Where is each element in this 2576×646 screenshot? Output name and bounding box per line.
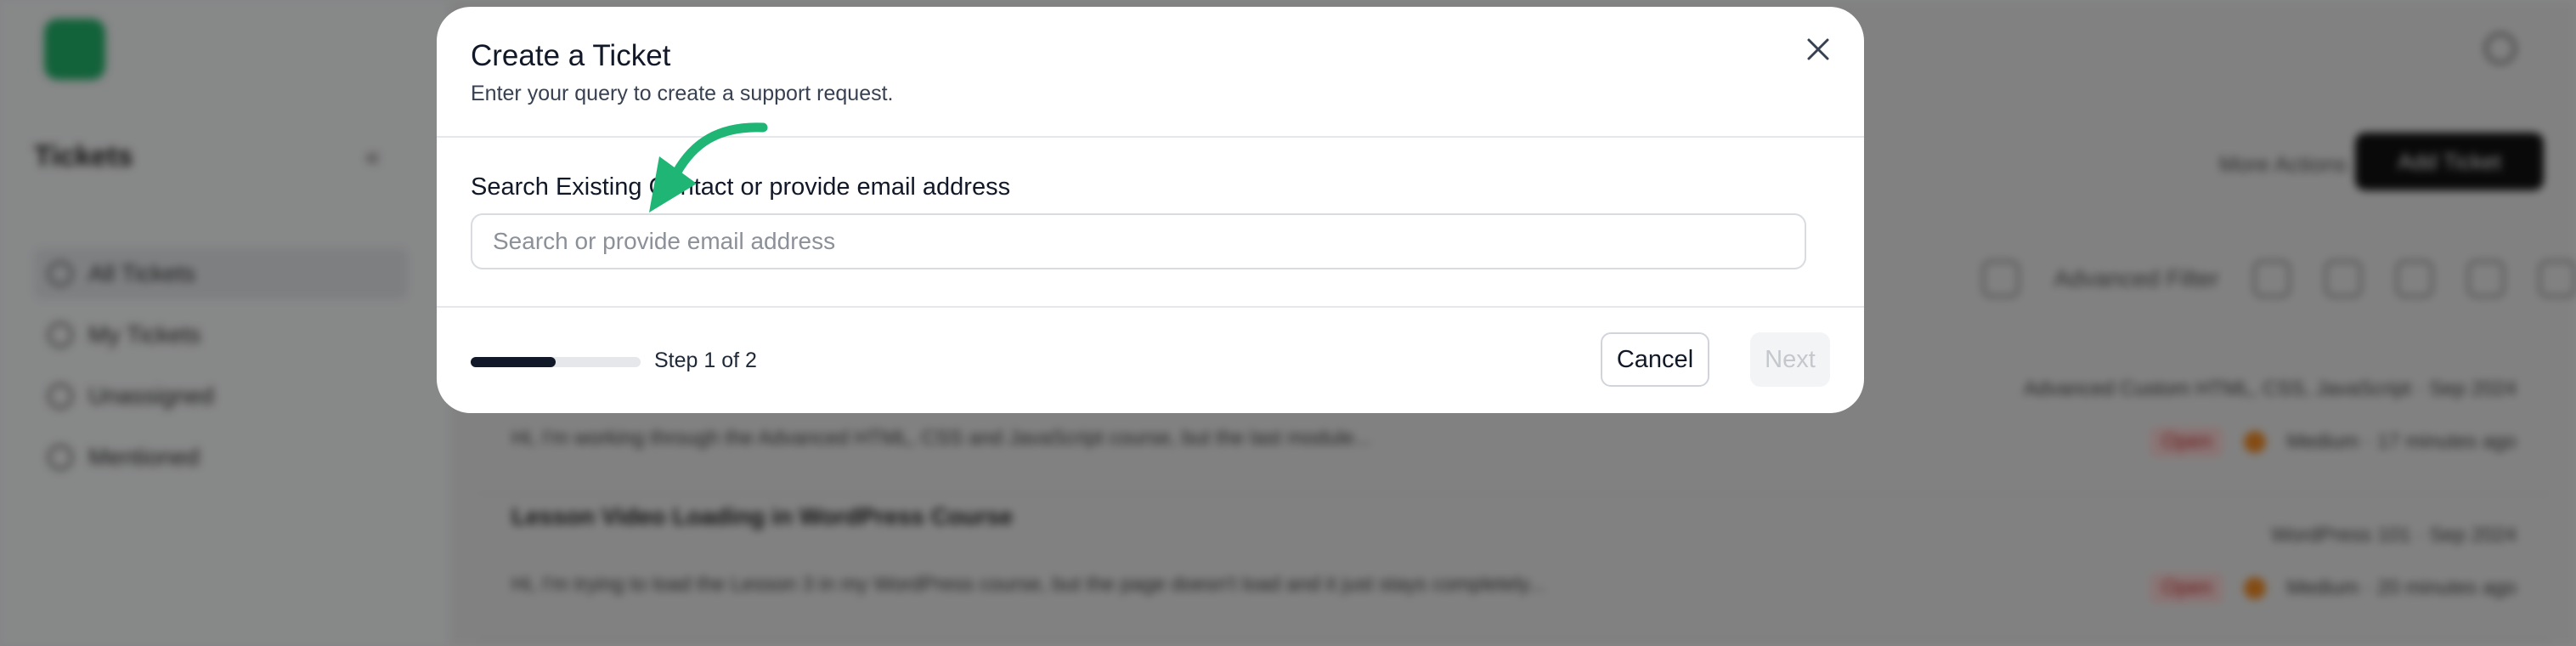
dialog-divider	[437, 306, 1864, 308]
step-indicator: Step 1 of 2	[654, 348, 757, 372]
dialog-subtitle: Enter your query to create a support req…	[471, 82, 894, 105]
step-progress-fill	[471, 357, 556, 367]
dialog-title: Create a Ticket	[471, 39, 671, 72]
create-ticket-dialog: Create a Ticket Enter your query to crea…	[437, 7, 1864, 413]
close-button[interactable]	[1798, 29, 1839, 70]
close-icon	[1807, 38, 1829, 60]
contact-search-label: Search Existing Contact or provide email…	[471, 173, 1011, 201]
step-progress-bar	[471, 357, 641, 367]
cancel-button[interactable]: Cancel	[1601, 332, 1709, 387]
dialog-divider	[437, 136, 1864, 138]
contact-search-input[interactable]	[471, 213, 1806, 269]
next-button[interactable]: Next	[1750, 332, 1830, 387]
